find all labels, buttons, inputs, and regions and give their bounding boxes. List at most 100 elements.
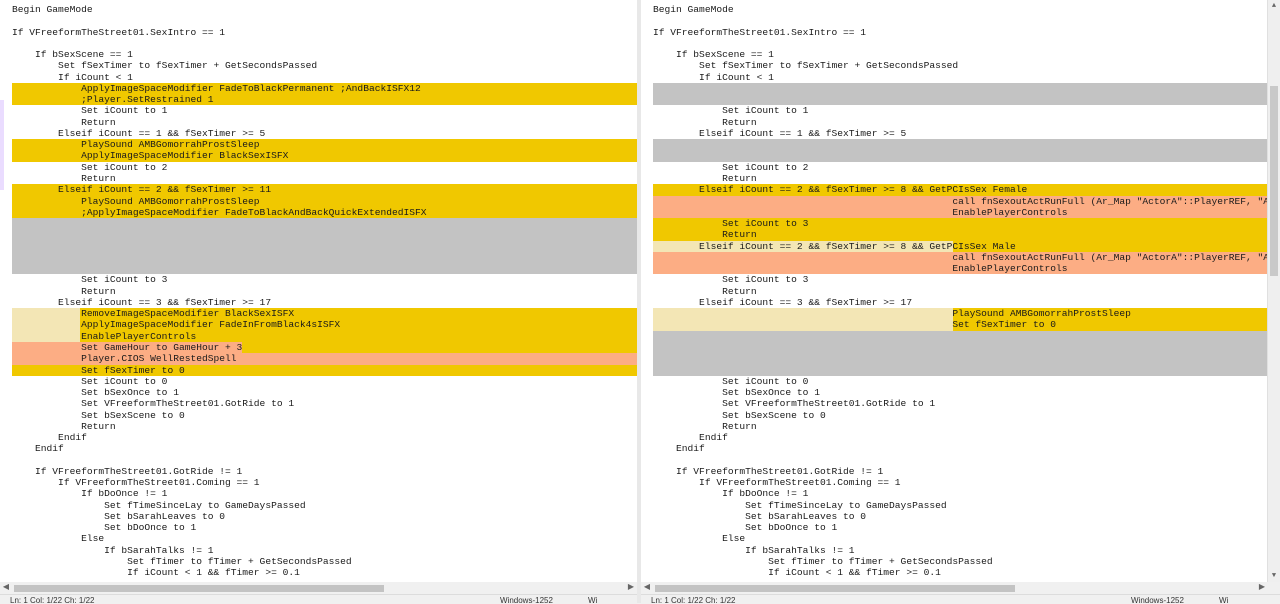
left-editor-pane[interactable]: Begin GameMode If VFreeformTheStreet01.Se… xyxy=(0,0,637,582)
code-line[interactable] xyxy=(641,353,1268,365)
code-line[interactable]: Set bDoOnce to 1 xyxy=(0,522,637,533)
scroll-right-icon[interactable]: ▶ xyxy=(625,582,637,594)
code-line[interactable] xyxy=(641,150,1268,162)
code-line[interactable]: call fnSexoutActRunFull (Ar_Map "ActorA"… xyxy=(641,195,1268,207)
code-line[interactable]: Endif xyxy=(641,432,1268,443)
code-line[interactable] xyxy=(641,82,1268,95)
code-line[interactable]: Return xyxy=(0,173,637,184)
code-line[interactable]: ApplyImageSpaceModifier FadeInFromBlack4… xyxy=(0,319,637,331)
code-line[interactable] xyxy=(0,229,637,241)
code-line[interactable]: Set iCount to 1 xyxy=(0,105,637,116)
code-line[interactable]: Player.CIOS WellRestedSpell xyxy=(0,353,637,365)
code-line[interactable]: If iCount < 1 && fTimer >= 0.1 xyxy=(0,567,637,578)
code-line[interactable]: Return xyxy=(641,421,1268,432)
scroll-up-icon[interactable]: ▲ xyxy=(1268,0,1280,12)
scroll-right-icon[interactable]: ▶ xyxy=(1256,582,1268,594)
scroll-left-icon[interactable]: ◀ xyxy=(0,582,12,594)
code-line[interactable] xyxy=(641,364,1268,376)
code-line[interactable]: ApplyImageSpaceModifier FadeToBlackPerma… xyxy=(0,82,637,95)
right-code-area[interactable]: Begin GameMode If VFreeformTheStreet01.Se… xyxy=(641,4,1268,582)
code-line[interactable] xyxy=(0,38,637,49)
code-line[interactable]: Set iCount to 3 xyxy=(0,274,637,285)
code-line[interactable]: Return xyxy=(641,229,1268,241)
code-line[interactable]: If VFreeformTheStreet01.Coming == 1 xyxy=(0,477,637,488)
vertical-scroll-thumb[interactable] xyxy=(1270,86,1278,276)
code-line[interactable]: ;Player.SetRestrained 1 xyxy=(0,94,637,106)
code-line[interactable]: Set iCount to 2 xyxy=(0,162,637,173)
code-line[interactable]: Return xyxy=(0,421,637,432)
scroll-left-icon[interactable]: ◀ xyxy=(641,582,653,594)
code-line[interactable]: Set bSexOnce to 1 xyxy=(641,387,1268,398)
code-line[interactable]: If iCount < 1 xyxy=(641,72,1268,83)
code-line[interactable]: EnablePlayerControls xyxy=(0,330,637,342)
code-line[interactable]: Endif xyxy=(0,432,637,443)
code-line[interactable]: Endif xyxy=(0,443,637,454)
code-line[interactable]: Set iCount to 0 xyxy=(641,376,1268,387)
code-line[interactable]: Set bSarahLeaves to 0 xyxy=(641,511,1268,522)
horizontal-scroll-thumb[interactable] xyxy=(14,585,384,592)
code-line[interactable]: If VFreeformTheStreet01.Coming == 1 xyxy=(641,477,1268,488)
code-line[interactable]: Return xyxy=(0,286,637,297)
code-line[interactable]: Elseif iCount == 2 && fSexTimer >= 8 && … xyxy=(641,184,1268,196)
code-line[interactable]: If VFreeformTheStreet01.GotRide != 1 xyxy=(641,466,1268,477)
code-line[interactable]: Set bSexOnce to 1 xyxy=(0,387,637,398)
code-line[interactable]: Set fSexTimer to 0 xyxy=(641,319,1268,331)
code-line[interactable]: Elseif iCount == 3 && fSexTimer >= 17 xyxy=(0,297,637,308)
right-editor-pane[interactable]: Begin GameMode If VFreeformTheStreet01.Se… xyxy=(641,0,1280,582)
code-line[interactable]: Set bDoOnce to 1 xyxy=(641,522,1268,533)
code-line[interactable] xyxy=(0,251,637,264)
code-line[interactable]: Elseif iCount == 2 && fSexTimer >= 11 xyxy=(0,184,637,196)
code-line[interactable]: Return xyxy=(641,173,1268,184)
code-line[interactable]: Set fTimeSinceLay to GameDaysPassed xyxy=(0,500,637,511)
code-line[interactable]: Set fTimeSinceLay to GameDaysPassed xyxy=(641,500,1268,511)
code-line[interactable]: Set fSexTimer to 0 xyxy=(0,364,637,376)
code-line[interactable] xyxy=(641,455,1268,466)
code-line[interactable]: Else xyxy=(641,533,1268,544)
code-line[interactable]: Endif xyxy=(641,443,1268,454)
code-line[interactable]: Set VFreeformTheStreet01.GotRide to 1 xyxy=(0,398,637,409)
code-line[interactable]: If bDoOnce != 1 xyxy=(641,488,1268,499)
horizontal-scroll-thumb[interactable] xyxy=(655,585,1015,592)
code-line[interactable] xyxy=(641,139,1268,151)
code-line[interactable]: Return xyxy=(0,117,637,128)
code-line[interactable]: If bSarahTalks != 1 xyxy=(0,545,637,556)
code-line[interactable]: Set fTimer to fTimer + GetSecondsPassed xyxy=(0,556,637,567)
code-line[interactable]: Begin GameMode xyxy=(641,4,1268,15)
code-line[interactable]: PlaySound AMBGomorrahProstSleep xyxy=(0,195,637,207)
code-line[interactable] xyxy=(641,330,1268,342)
code-line[interactable]: If bDoOnce != 1 xyxy=(0,488,637,499)
left-code-area[interactable]: Begin GameMode If VFreeformTheStreet01.Se… xyxy=(0,4,637,582)
code-line[interactable] xyxy=(641,94,1268,106)
code-line[interactable]: If bSarahTalks != 1 xyxy=(641,545,1268,556)
code-line[interactable]: Elseif iCount == 3 && fSexTimer >= 17 xyxy=(641,297,1268,308)
code-line[interactable]: Set fSexTimer to fSexTimer + GetSecondsP… xyxy=(0,60,637,71)
code-line[interactable]: If bSexScene == 1 xyxy=(641,49,1268,60)
code-line[interactable] xyxy=(0,263,637,275)
code-line[interactable]: RemoveImageSpaceModifier BlackSexISFX xyxy=(0,308,637,320)
code-line[interactable]: ApplyImageSpaceModifier BlackSexISFX xyxy=(0,150,637,162)
code-line[interactable]: If VFreeformTheStreet01.GotRide != 1 xyxy=(0,466,637,477)
code-line[interactable]: Set bSexScene to 0 xyxy=(641,410,1268,421)
code-line[interactable]: If VFreeformTheStreet01.SexIntro == 1 xyxy=(641,27,1268,38)
code-line[interactable]: Set iCount to 3 xyxy=(641,218,1268,230)
code-line[interactable]: EnablePlayerControls xyxy=(641,263,1268,275)
left-horizontal-scrollbar[interactable]: ◀ ▶ xyxy=(0,582,637,594)
code-line[interactable] xyxy=(0,218,637,230)
right-vertical-scrollbar[interactable]: ▲ ▼ xyxy=(1267,0,1280,582)
code-line[interactable]: Set bSarahLeaves to 0 xyxy=(0,511,637,522)
code-line[interactable]: If iCount < 1 && fTimer >= 0.1 xyxy=(641,567,1268,578)
code-line[interactable] xyxy=(0,240,637,252)
code-line[interactable]: Set fTimer to fTimer + GetSecondsPassed xyxy=(641,556,1268,567)
code-line[interactable]: Return xyxy=(641,286,1268,297)
code-line[interactable]: Set VFreeformTheStreet01.GotRide to 1 xyxy=(641,398,1268,409)
code-line[interactable]: Elseif iCount == 2 && fSexTimer >= 8 && … xyxy=(641,240,1268,252)
code-line[interactable]: If VFreeformTheStreet01.SexIntro == 1 xyxy=(0,27,637,38)
code-line[interactable]: call fnSexoutActRunFull (Ar_Map "ActorA"… xyxy=(641,251,1268,264)
code-line[interactable]: Set iCount to 0 xyxy=(0,376,637,387)
code-line[interactable] xyxy=(641,341,1268,354)
code-line[interactable]: Set iCount to 2 xyxy=(641,162,1268,173)
code-line[interactable]: PlaySound AMBGomorrahProstSleep xyxy=(0,139,637,151)
scroll-down-icon[interactable]: ▼ xyxy=(1268,570,1280,582)
code-line[interactable]: Set iCount to 1 xyxy=(641,105,1268,116)
code-line[interactable] xyxy=(641,15,1268,26)
